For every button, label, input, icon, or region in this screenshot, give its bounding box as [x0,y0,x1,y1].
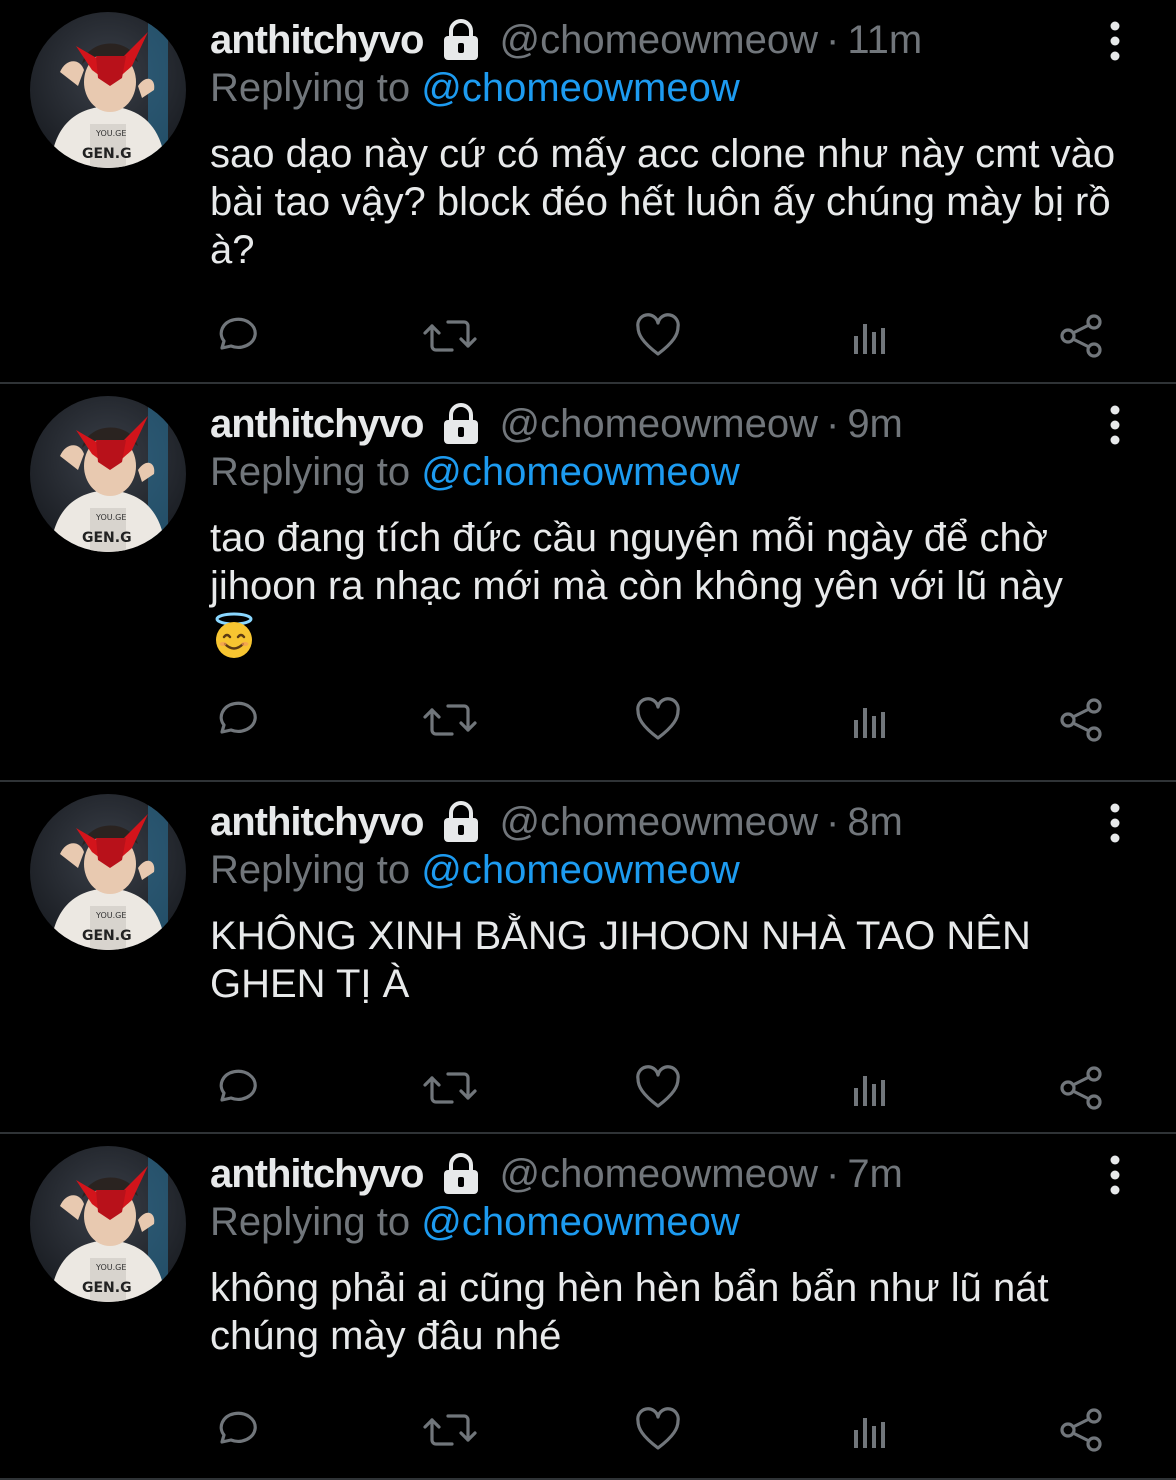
tweet-text: sao dạo này cứ có mấy acc clone như này … [210,130,1140,274]
handle[interactable]: @chomeowmeow [499,402,818,447]
retweet-icon[interactable] [422,1064,477,1112]
tweet[interactable]: YOU.GE GEN.G anthitchyvo @chomeowmeow · … [0,782,1176,1134]
analytics-icon[interactable] [846,1064,894,1112]
reply-icon[interactable] [210,1064,258,1112]
replying-to: Replying to @chomeowmeow [210,1200,740,1245]
tweet[interactable]: YOU.GE GEN.G anthitchyvo @chomeowmeow · … [0,1134,1176,1480]
timeline: YOU.GE GEN.G anthitchyvo @chomeowmeow · … [0,0,1176,1480]
display-name[interactable]: anthitchyvo [210,800,424,845]
svg-text:GEN.G: GEN.G [82,1280,132,1296]
more-icon[interactable] [1098,404,1132,446]
avatar[interactable]: YOU.GE GEN.G [30,794,186,950]
replying-to: Replying to @chomeowmeow [210,450,740,495]
analytics-icon[interactable] [846,696,894,744]
display-name[interactable]: anthitchyvo [210,402,424,447]
more-icon[interactable] [1098,1154,1132,1196]
more-icon[interactable] [1098,802,1132,844]
separator: · [825,1151,840,1196]
svg-text:GEN.G: GEN.G [82,146,132,162]
reply-icon[interactable] [210,1406,258,1454]
timestamp[interactable]: 8m [847,800,903,845]
tweet-actions [210,1406,1110,1454]
share-icon[interactable] [1058,696,1106,744]
more-icon[interactable] [1098,20,1132,62]
tweet-header: anthitchyvo @chomeowmeow · 9m [210,400,903,448]
tweet[interactable]: YOU.GE GEN.G anthitchyvo @chomeowmeow · … [0,384,1176,782]
svg-text:YOU.GE: YOU.GE [95,513,126,522]
like-icon[interactable] [634,696,682,744]
share-icon[interactable] [1058,312,1106,360]
separator: · [825,799,840,844]
reply-icon[interactable] [210,696,258,744]
smiling-halo-emoji [210,612,258,660]
tweet-text-content: tao đang tích đức cầu nguyện mỗi ngày để… [210,516,1063,608]
handle[interactable]: @chomeowmeow [499,18,818,63]
lock-icon [439,1152,483,1196]
timestamp[interactable]: 7m [847,1152,903,1197]
svg-text:YOU.GE: YOU.GE [95,129,126,138]
replying-to-label: Replying to [210,1200,411,1244]
share-icon[interactable] [1058,1406,1106,1454]
tweet-header: anthitchyvo @chomeowmeow · 8m [210,798,903,846]
tweet-actions [210,312,1110,360]
tweet-text-content: KHÔNG XINH BẰNG JIHOON NHÀ TAO NÊN GHEN … [210,914,1031,1006]
separator: · [825,17,840,62]
tweet[interactable]: YOU.GE GEN.G anthitchyvo @chomeowmeow · … [0,0,1176,384]
tweet-header: anthitchyvo @chomeowmeow · 11m [210,16,922,64]
tweet-text: không phải ai cũng hèn hèn bẩn bẩn như l… [210,1264,1140,1360]
reply-icon[interactable] [210,312,258,360]
svg-text:GEN.G: GEN.G [82,530,132,546]
handle[interactable]: @chomeowmeow [499,1152,818,1197]
timestamp[interactable]: 9m [847,402,903,447]
mention-link[interactable]: @chomeowmeow [421,848,740,892]
retweet-icon[interactable] [422,312,477,360]
separator: · [825,401,840,446]
analytics-icon[interactable] [846,312,894,360]
svg-text:GEN.G: GEN.G [82,928,132,944]
share-icon[interactable] [1058,1064,1106,1112]
tweet-text-content: sao dạo này cứ có mấy acc clone như này … [210,132,1116,272]
mention-link[interactable]: @chomeowmeow [421,1200,740,1244]
avatar[interactable]: YOU.GE GEN.G [30,1146,186,1302]
display-name[interactable]: anthitchyvo [210,1152,424,1197]
tweet-header: anthitchyvo @chomeowmeow · 7m [210,1150,903,1198]
display-name[interactable]: anthitchyvo [210,18,424,63]
mention-link[interactable]: @chomeowmeow [421,450,740,494]
lock-icon [439,18,483,62]
avatar[interactable]: YOU.GE GEN.G [30,12,186,168]
svg-text:YOU.GE: YOU.GE [95,1263,126,1272]
like-icon[interactable] [634,1406,682,1454]
retweet-icon[interactable] [422,696,477,744]
tweet-text: KHÔNG XINH BẰNG JIHOON NHÀ TAO NÊN GHEN … [210,912,1140,1008]
tweet-actions [210,1064,1110,1112]
lock-icon [439,402,483,446]
replying-to: Replying to @chomeowmeow [210,848,740,893]
like-icon[interactable] [634,312,682,360]
tweet-actions [210,696,1110,744]
analytics-icon[interactable] [846,1406,894,1454]
tweet-text: tao đang tích đức cầu nguyện mỗi ngày để… [210,514,1140,660]
like-icon[interactable] [634,1064,682,1112]
handle[interactable]: @chomeowmeow [499,800,818,845]
timestamp[interactable]: 11m [847,18,922,63]
replying-to-label: Replying to [210,66,411,110]
retweet-icon[interactable] [422,1406,477,1454]
tweet-text-content: không phải ai cũng hèn hèn bẩn bẩn như l… [210,1266,1049,1358]
replying-to-label: Replying to [210,450,411,494]
avatar[interactable]: YOU.GE GEN.G [30,396,186,552]
replying-to-label: Replying to [210,848,411,892]
replying-to: Replying to @chomeowmeow [210,66,740,111]
lock-icon [439,800,483,844]
mention-link[interactable]: @chomeowmeow [421,66,740,110]
svg-text:YOU.GE: YOU.GE [95,911,126,920]
